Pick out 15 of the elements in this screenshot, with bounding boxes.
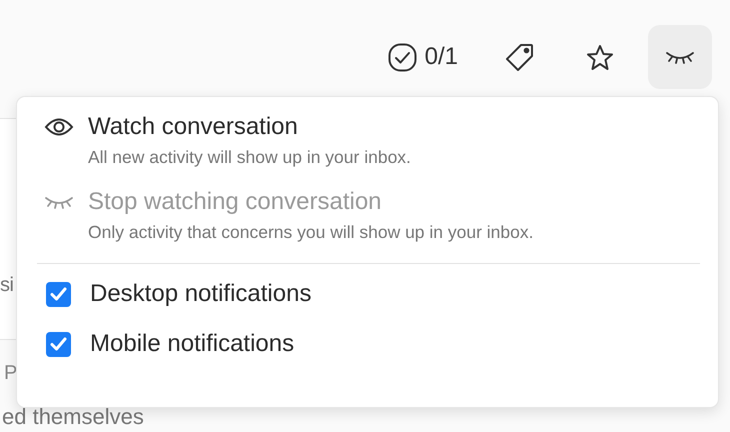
checkbox[interactable] [46, 282, 71, 306]
text-fragment: P [4, 362, 18, 385]
checkbox-label: Desktop notifications [90, 280, 312, 308]
watch-button[interactable] [648, 25, 712, 89]
star-icon[interactable] [586, 44, 614, 70]
text-fragment: ed themselves [2, 405, 145, 429]
task-count: 0/1 [424, 43, 458, 71]
text-fragment: si [0, 274, 14, 297]
checkbox-label: Mobile notifications [90, 330, 294, 358]
closed-eye-icon [44, 194, 74, 210]
menu-item[interactable]: Watch conversation All new activity will show up in your inbox. [44, 113, 698, 168]
closed-eye-icon [665, 49, 695, 65]
eye-icon [44, 116, 74, 138]
tag-icon[interactable] [506, 43, 534, 71]
checkbox[interactable] [46, 332, 71, 356]
